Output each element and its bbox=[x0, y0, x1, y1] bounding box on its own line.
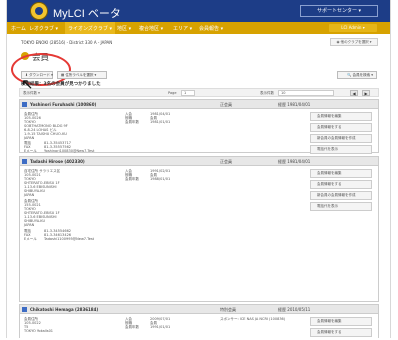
member-card-header: Yoshinori Furuhashi (100860) 正会員 経歴 1981… bbox=[20, 100, 378, 109]
member-history: 経歴 1981/04/01 bbox=[278, 102, 311, 107]
member-position: 正会員 bbox=[220, 159, 232, 164]
address-line: JAPAN bbox=[24, 223, 35, 227]
info-label: 会員年数 bbox=[125, 120, 139, 124]
show-phone-button[interactable]: 電話代を表示 bbox=[310, 202, 372, 211]
breadcrumb: TOKYO ENOKI (28516) - District 330 A - J… bbox=[21, 40, 113, 45]
email-label: Eメール bbox=[24, 149, 37, 153]
main-nav: ホーム レオクラブ ▾ ライオンズクラブ ▾ 地区 ▾ 複合地区 ▾ エリア ▾… bbox=[7, 22, 390, 34]
email-value[interactable]: Yoshinori100830@New7.Test bbox=[44, 149, 94, 153]
member-action-button[interactable]: 会員情報をする bbox=[310, 180, 372, 189]
member-card: Yoshinori Furuhashi (100860) 正会員 経歴 1981… bbox=[19, 99, 379, 154]
pagination-bar: 表示件数 ▾ Page 1 表示件数 10 ◀ ▶ bbox=[19, 88, 379, 97]
sponsor-info[interactable]: スポンサー: ICE NAS JA NCRI (100836) bbox=[220, 317, 285, 322]
member-card: Chikatoshi Hemaga (2836184) 特別会員 経歴 2010… bbox=[19, 304, 379, 338]
member-card-header: Tadashi Hirose (402330) 正会員 経歴 1981/04/0… bbox=[20, 157, 378, 166]
page-label: Page bbox=[168, 91, 177, 95]
prev-page-button[interactable]: ◀ bbox=[350, 90, 358, 96]
admin-menu-button[interactable]: LCI Admin ▾ bbox=[329, 24, 377, 32]
nav-lions-club[interactable]: ライオンズクラブ ▾ bbox=[65, 22, 116, 34]
show-phone-button[interactable]: 電話代を表示 bbox=[310, 145, 372, 154]
member-name[interactable]: Chikatoshi Hemaga (2836184) bbox=[30, 307, 98, 312]
member-position: 特別会員 bbox=[220, 307, 236, 312]
info-value: 1981/01/01 bbox=[150, 120, 171, 124]
brand-title[interactable]: MyLCI ベータ bbox=[53, 5, 121, 21]
page-input[interactable]: 1 bbox=[181, 90, 195, 96]
support-center-button[interactable]: サポートセンター ▾ bbox=[300, 5, 378, 17]
lions-logo-icon[interactable] bbox=[30, 2, 48, 20]
edit-member-button[interactable]: 会員情報を編集 bbox=[310, 112, 372, 121]
address-label-button[interactable]: ▦ 住所ラベルを選択 ▾ bbox=[57, 71, 107, 79]
address-line: JAPAN bbox=[24, 193, 35, 197]
mouse-cursor-icon: ↖ bbox=[21, 75, 34, 93]
nav-home[interactable]: ホーム bbox=[11, 25, 26, 32]
address-line: TOKYO Yokalls01 bbox=[24, 329, 54, 333]
member-status-icon bbox=[22, 159, 27, 164]
nav-multiple-district[interactable]: 複合地区 ▾ bbox=[139, 25, 163, 32]
member-name[interactable]: Tadashi Hirose (402330) bbox=[30, 159, 85, 164]
info-value: 1991/01/01 bbox=[150, 325, 171, 329]
info-label: 会員年数 bbox=[125, 177, 139, 181]
select-other-club-button[interactable]: ◉ 他のクラブを選択 ▾ bbox=[330, 38, 378, 46]
email-label: Eメール bbox=[24, 237, 37, 241]
top-bar: MyLCI ベータ サポートセンター ▾ bbox=[7, 0, 390, 22]
address-line: JAPAN bbox=[24, 136, 35, 140]
next-page-button[interactable]: ▶ bbox=[362, 90, 370, 96]
email-value[interactable]: Tadashi1100995@New7.Test bbox=[44, 237, 94, 241]
member-card: Tadashi Hirose (402330) 正会員 経歴 1981/04/0… bbox=[19, 156, 379, 302]
member-name[interactable]: Yoshinori Furuhashi (100860) bbox=[30, 102, 96, 107]
member-search-button[interactable]: 🔍 会員を検索 ▾ bbox=[337, 71, 377, 79]
member-action-button[interactable]: 会員情報をする bbox=[310, 123, 372, 132]
info-value: 1988/01/01 bbox=[150, 177, 171, 181]
per-page-label: 表示件数 bbox=[260, 91, 274, 95]
nav-area[interactable]: エリア ▾ bbox=[173, 25, 192, 32]
member-card-header: Chikatoshi Hemaga (2836184) 特別会員 経歴 2010… bbox=[20, 305, 378, 314]
nav-member-report[interactable]: 会員報告 ▾ bbox=[199, 25, 223, 32]
member-history: 経歴 1981/04/01 bbox=[278, 159, 311, 164]
edit-member-button[interactable]: 会員情報を編集 bbox=[310, 317, 372, 326]
nav-leo-club[interactable]: レオクラブ ▾ bbox=[29, 25, 58, 32]
member-action-button[interactable]: 会員情報をする bbox=[310, 328, 372, 337]
create-member-info-button[interactable]: 新会員の会員情報を作成 bbox=[310, 191, 372, 200]
per-page-select[interactable]: 10 bbox=[278, 90, 334, 96]
member-position: 正会員 bbox=[220, 102, 232, 107]
member-status-icon bbox=[22, 102, 27, 107]
create-member-info-button[interactable]: 新会員の会員情報を作成 bbox=[310, 134, 372, 143]
member-status-icon bbox=[22, 307, 27, 312]
member-history: 経歴 2010/05/11 bbox=[278, 307, 311, 312]
info-label: 会員年数 bbox=[125, 325, 139, 329]
edit-member-button[interactable]: 会員情報を編集 bbox=[310, 169, 372, 178]
app-window: MyLCI ベータ サポートセンター ▾ ホーム レオクラブ ▾ ライオンズクラ… bbox=[6, 0, 391, 338]
nav-district[interactable]: 地区 ▾ bbox=[117, 25, 131, 32]
